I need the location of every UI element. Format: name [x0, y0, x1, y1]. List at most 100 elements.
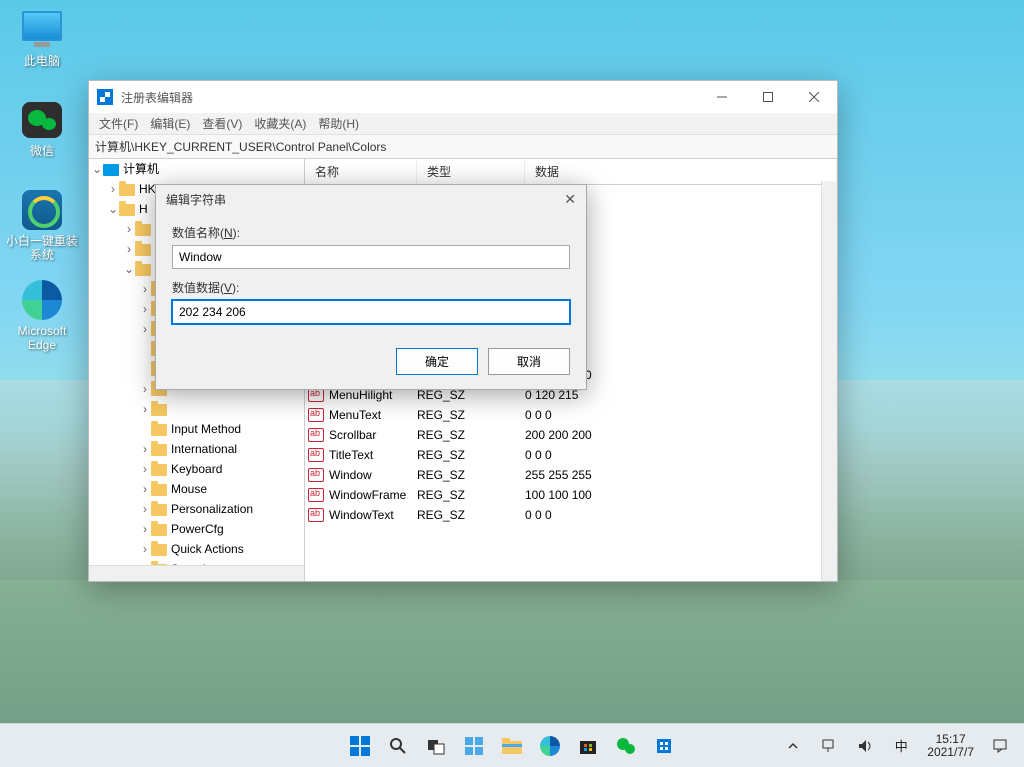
- table-row[interactable]: ScrollbarREG_SZ200 200 200: [305, 425, 837, 445]
- task-view-button[interactable]: [420, 730, 452, 762]
- ok-button[interactable]: 确定: [396, 348, 478, 375]
- menu-file[interactable]: 文件(F): [93, 115, 144, 132]
- cell-data: 200 200 200: [525, 428, 837, 442]
- desktop-icon-edge[interactable]: Microsoft Edge: [4, 278, 80, 356]
- start-button[interactable]: [344, 730, 376, 762]
- ime-indicator[interactable]: 中: [885, 730, 917, 762]
- cell-name: Window: [327, 468, 417, 482]
- regedit-icon: [97, 89, 113, 105]
- folder-icon: [151, 424, 167, 436]
- menu-edit[interactable]: 编辑(E): [144, 115, 196, 132]
- tree-item[interactable]: ›Quick Actions: [139, 539, 304, 559]
- column-header-name[interactable]: 名称: [305, 159, 417, 184]
- clock[interactable]: 15:17 2021/7/7: [921, 733, 980, 759]
- folder-icon: [151, 444, 167, 456]
- volume-icon[interactable]: [849, 730, 881, 762]
- folder-icon: [135, 244, 151, 256]
- desktop-icons: 此电脑 微信 小白一键重装 系统 Microsoft Edge: [0, 0, 84, 376]
- tree-item[interactable]: ›International: [139, 439, 304, 459]
- tree-item[interactable]: ›Personalization: [139, 499, 304, 519]
- address-bar[interactable]: 计算机\HKEY_CURRENT_USER\Control Panel\Colo…: [89, 135, 837, 159]
- folder-icon: [151, 524, 167, 536]
- cell-data: 0 0 0: [525, 508, 837, 522]
- close-button[interactable]: [791, 81, 837, 113]
- string-value-icon: [308, 508, 324, 522]
- desktop-icon-wechat[interactable]: 微信: [4, 98, 80, 176]
- string-value-icon: [308, 468, 324, 482]
- wechat-taskbar-button[interactable]: [610, 730, 642, 762]
- menu-favorites[interactable]: 收藏夹(A): [248, 115, 312, 132]
- cell-data: 0 0 0: [525, 408, 837, 422]
- column-header-data[interactable]: 数据: [525, 159, 837, 184]
- regedit-taskbar-button[interactable]: [648, 730, 680, 762]
- string-value-icon: [308, 408, 324, 422]
- folder-icon: [151, 544, 167, 556]
- network-icon[interactable]: [813, 730, 845, 762]
- taskbar: 中 15:17 2021/7/7: [0, 723, 1024, 767]
- string-value-icon: [308, 488, 324, 502]
- cell-type: REG_SZ: [417, 468, 525, 482]
- computer-icon: [103, 164, 119, 176]
- desktop-icon-this-pc[interactable]: 此电脑: [4, 8, 80, 86]
- cell-type: REG_SZ: [417, 508, 525, 522]
- tree-item[interactable]: ›Keyboard: [139, 459, 304, 479]
- clock-date: 2021/7/7: [927, 746, 974, 759]
- cancel-button[interactable]: 取消: [488, 348, 570, 375]
- folder-icon: [151, 484, 167, 496]
- cell-type: REG_SZ: [417, 388, 525, 402]
- search-button[interactable]: [382, 730, 414, 762]
- folder-icon: [135, 224, 151, 236]
- edge-taskbar-button[interactable]: [534, 730, 566, 762]
- value-data-field[interactable]: [172, 300, 570, 324]
- store-button[interactable]: [572, 730, 604, 762]
- maximize-button[interactable]: [745, 81, 791, 113]
- cell-name: MenuText: [327, 408, 417, 422]
- dialog-title: 编辑字符串: [166, 191, 226, 208]
- value-name-field[interactable]: [172, 245, 570, 269]
- tray-overflow-button[interactable]: [777, 730, 809, 762]
- cell-type: REG_SZ: [417, 408, 525, 422]
- clock-time: 15:17: [927, 733, 974, 746]
- tree-item[interactable]: ›PowerCfg: [139, 519, 304, 539]
- table-row[interactable]: WindowTextREG_SZ0 0 0: [305, 505, 837, 525]
- string-value-icon: [308, 428, 324, 442]
- cell-name: WindowFrame: [327, 488, 417, 502]
- folder-icon: [119, 204, 135, 216]
- cell-data: 255 255 255: [525, 468, 837, 482]
- tree-item[interactable]: ›Mouse: [139, 479, 304, 499]
- tree-item[interactable]: Input Method: [139, 419, 304, 439]
- table-row[interactable]: TitleTextREG_SZ0 0 0: [305, 445, 837, 465]
- cell-name: MenuHilight: [327, 388, 417, 402]
- monitor-icon: [22, 11, 62, 41]
- vertical-scrollbar[interactable]: [821, 181, 837, 581]
- window-title: 注册表编辑器: [121, 89, 193, 106]
- horizontal-scrollbar[interactable]: [89, 565, 305, 581]
- tree-item[interactable]: ›: [139, 399, 304, 419]
- titlebar[interactable]: 注册表编辑器: [89, 81, 837, 113]
- folder-icon: [151, 404, 167, 416]
- cell-name: WindowText: [327, 508, 417, 522]
- widgets-button[interactable]: [458, 730, 490, 762]
- table-row[interactable]: WindowFrameREG_SZ100 100 100: [305, 485, 837, 505]
- edge-icon: [22, 280, 62, 320]
- folder-icon: [151, 464, 167, 476]
- notifications-button[interactable]: [984, 730, 1016, 762]
- cell-data: 100 100 100: [525, 488, 837, 502]
- dialog-close-button[interactable]: ✕: [564, 191, 576, 208]
- desktop-icon-label: 小白一键重装 系统: [6, 234, 78, 262]
- folder-icon: [151, 504, 167, 516]
- wechat-icon: [22, 102, 62, 138]
- cell-name: TitleText: [327, 448, 417, 462]
- table-row[interactable]: MenuTextREG_SZ0 0 0: [305, 405, 837, 425]
- desktop-icon-label: Microsoft Edge: [18, 324, 67, 352]
- table-row[interactable]: WindowREG_SZ255 255 255: [305, 465, 837, 485]
- menu-view[interactable]: 查看(V): [196, 115, 248, 132]
- explorer-button[interactable]: [496, 730, 528, 762]
- menu-help[interactable]: 帮助(H): [312, 115, 365, 132]
- cell-type: REG_SZ: [417, 488, 525, 502]
- minimize-button[interactable]: [699, 81, 745, 113]
- desktop-icon-reinstall[interactable]: 小白一键重装 系统: [4, 188, 80, 266]
- desktop-icon-label: 此电脑: [24, 54, 60, 68]
- column-header-type[interactable]: 类型: [417, 159, 525, 184]
- folder-icon: [119, 184, 135, 196]
